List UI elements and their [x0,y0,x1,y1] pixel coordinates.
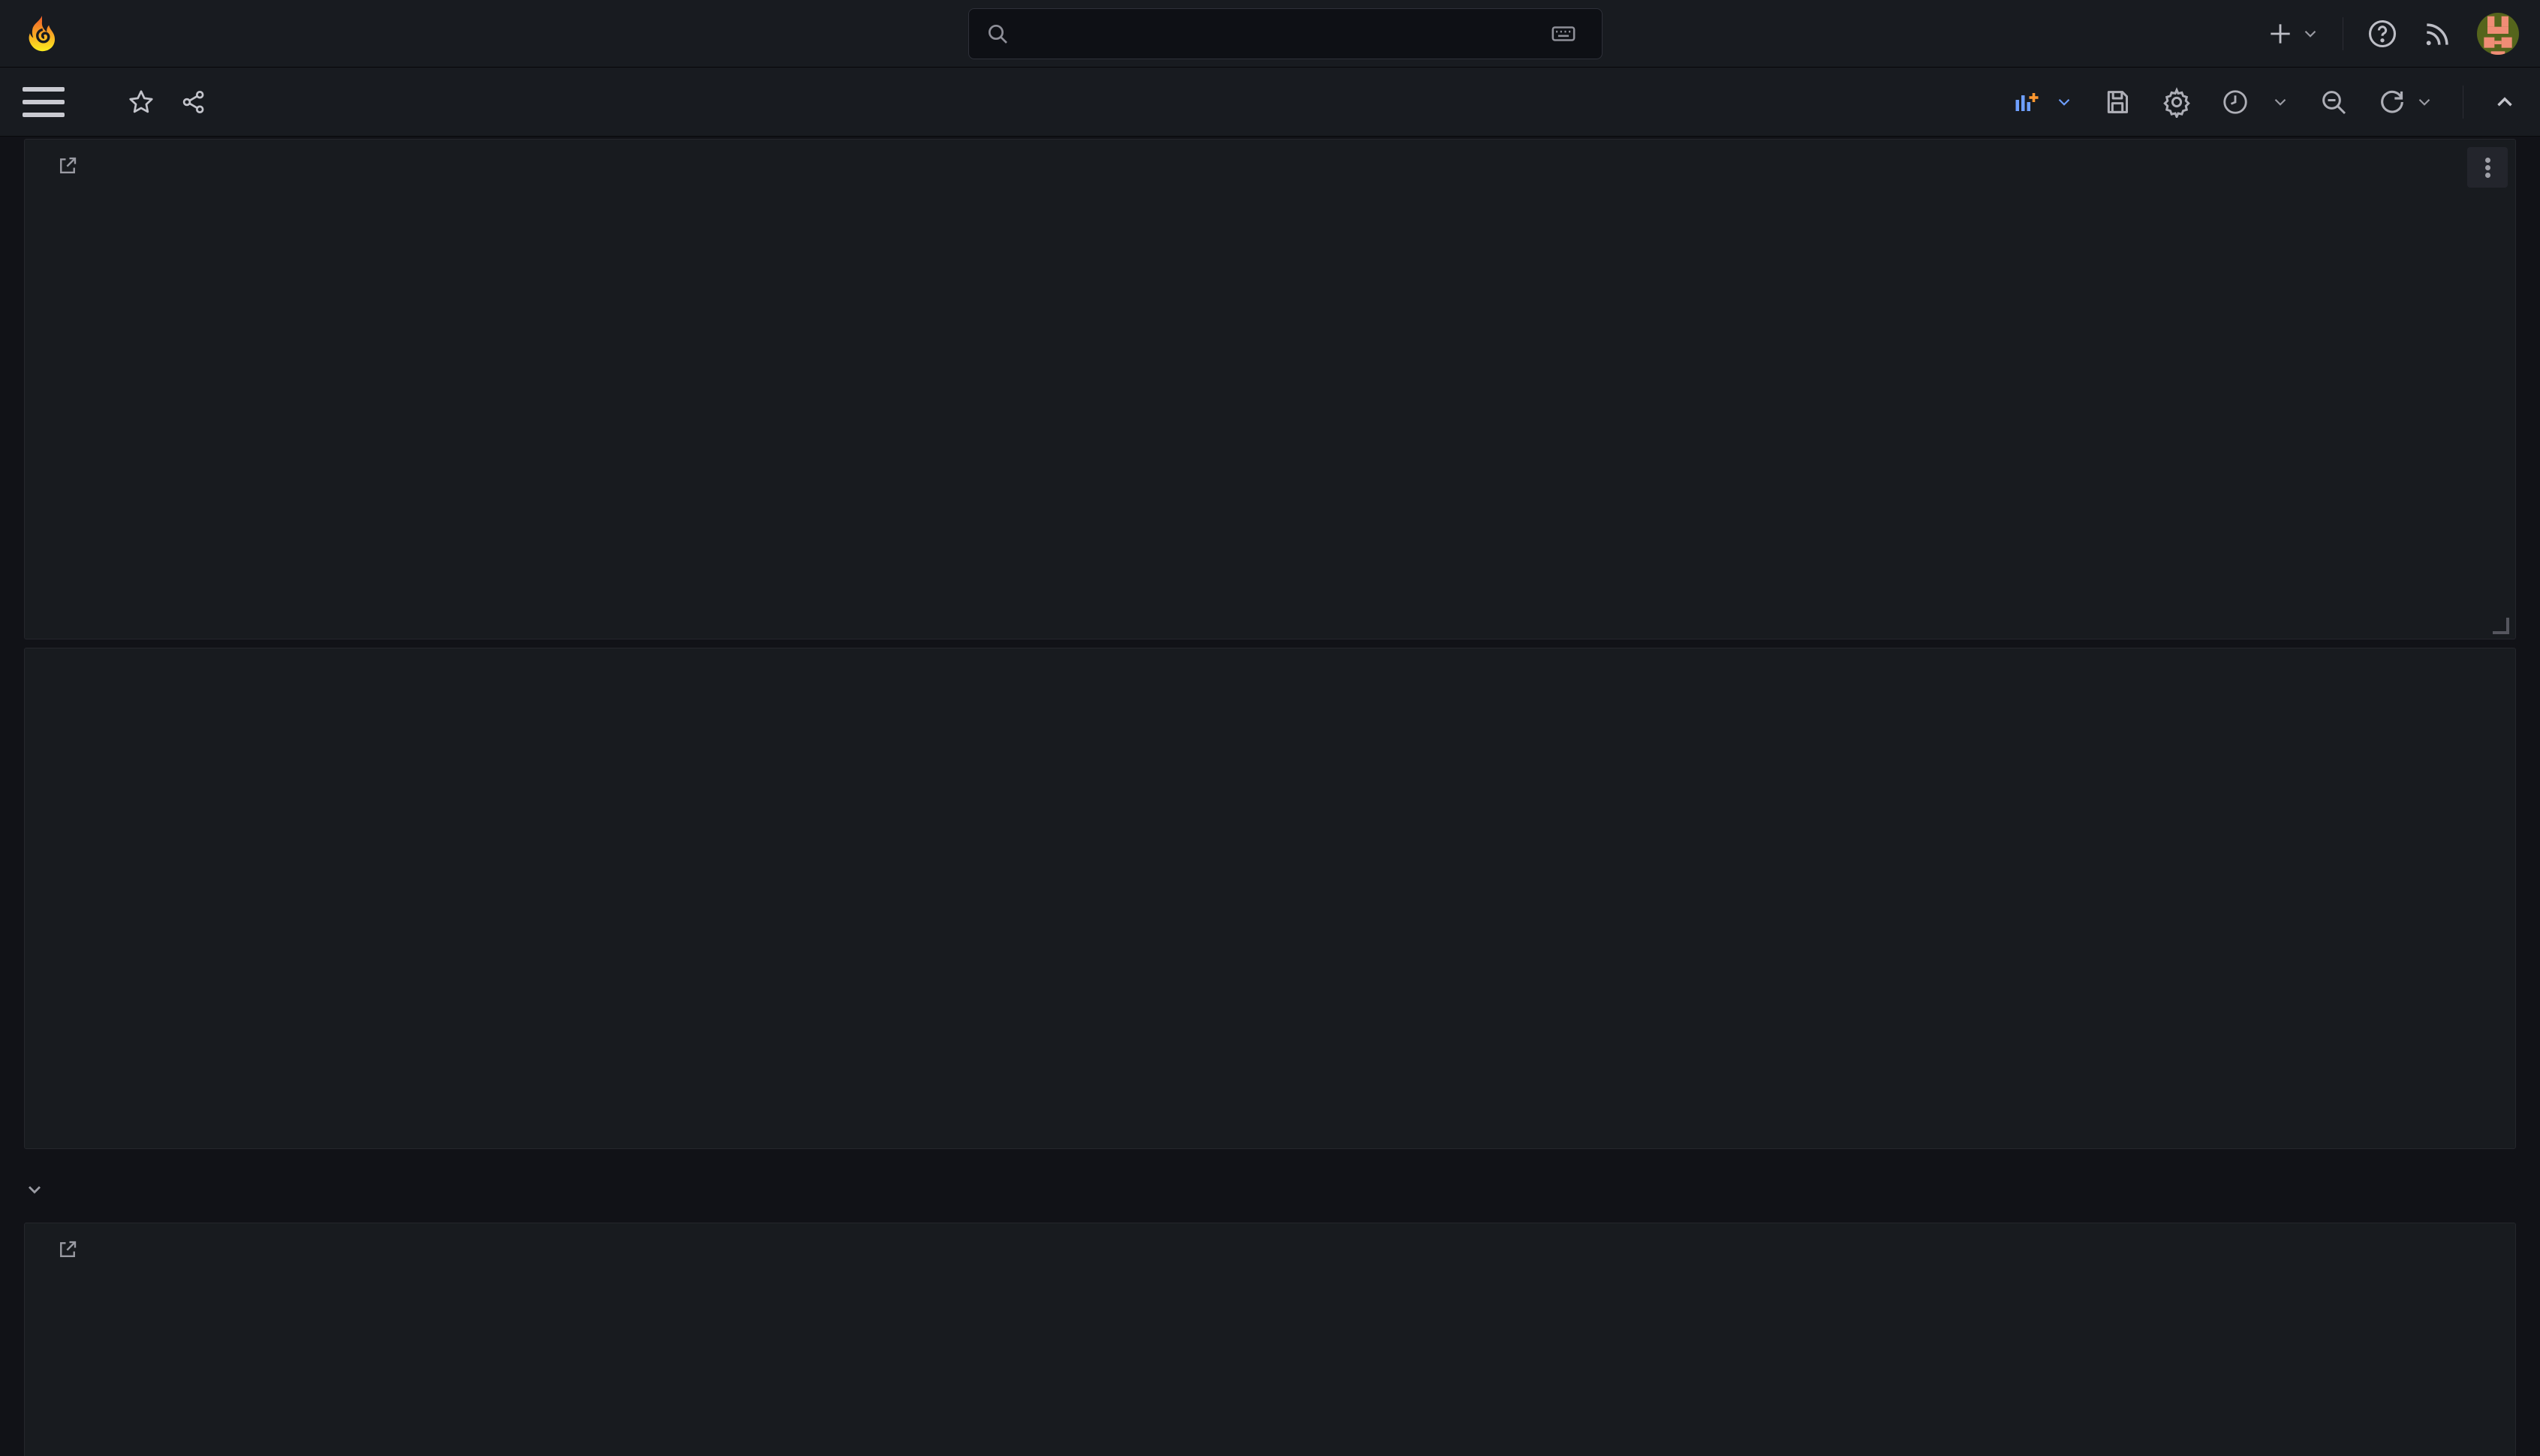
search-icon [986,22,1010,46]
zoom-out-time-button[interactable] [2319,87,2349,117]
user-avatar[interactable] [2477,13,2519,55]
row-databases-toggle[interactable] [24,1170,2516,1209]
collapse-toolbar-button[interactable] [2492,89,2517,115]
menu-toggle-button[interactable] [23,87,65,117]
dashboard-toolbar [0,68,2540,137]
time-range-picker[interactable] [2221,88,2290,116]
panel-slow-queries [24,648,2516,1149]
chevron-down-icon [2271,92,2290,112]
panel-network-requests [24,139,2516,639]
add-panel-icon [2012,89,2039,116]
dashboard-settings-button[interactable] [2161,86,2192,118]
save-dashboard-button[interactable] [2102,87,2132,117]
new-menu-button[interactable] [2266,20,2320,48]
grafana-logo[interactable] [24,14,60,54]
star-icon[interactable] [128,89,155,116]
help-button[interactable] [2366,17,2399,50]
external-link-icon[interactable] [56,155,79,177]
refresh-icon [2377,87,2407,117]
panel-menu-button[interactable] [2467,147,2508,188]
search-input[interactable] [968,8,1603,59]
add-panel-button[interactable] [2012,89,2074,116]
refresh-button[interactable] [2377,87,2434,117]
chevron-down-icon [24,1179,45,1200]
panel-slow-db-queries [24,1223,2516,1456]
clock-icon [2221,88,2250,116]
external-link-icon[interactable] [56,1238,79,1261]
news-rss-button[interactable] [2421,17,2454,50]
chevron-down-icon [2054,92,2074,112]
panel-resize-handle[interactable] [2493,618,2509,634]
chevron-down-icon [2415,92,2434,112]
scatter-chart[interactable] [25,648,2515,1148]
plus-icon [2266,20,2295,48]
top-nav-bar [0,0,2540,68]
keyboard-icon [1551,21,1576,47]
chevron-down-icon [2301,24,2320,44]
share-icon[interactable] [180,89,207,116]
